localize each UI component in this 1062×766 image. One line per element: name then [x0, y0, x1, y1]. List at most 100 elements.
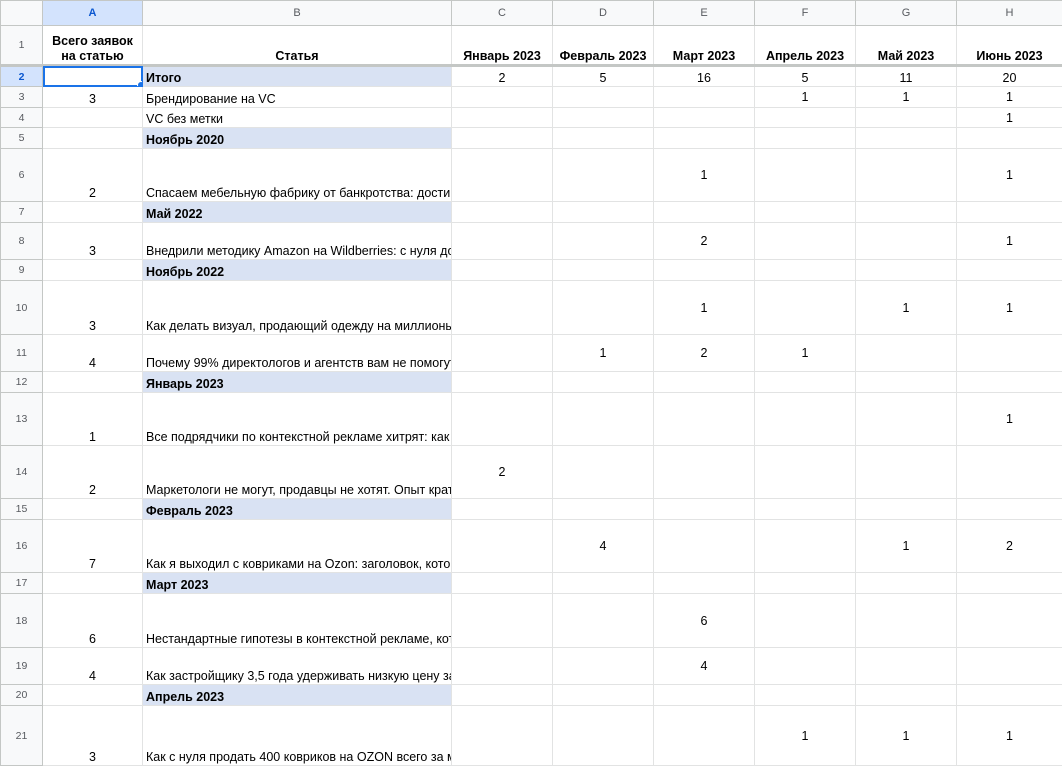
fill-handle[interactable]: [137, 81, 143, 87]
cell-month-value[interactable]: [755, 594, 856, 648]
cell-month-value[interactable]: [452, 685, 553, 706]
cell-total-requests[interactable]: [43, 128, 143, 149]
cell-month-value[interactable]: 20: [957, 66, 1062, 87]
cell-month-value[interactable]: 1: [856, 520, 957, 573]
cell-month-value[interactable]: 1: [957, 87, 1062, 108]
cell-month-value[interactable]: [452, 128, 553, 149]
header-cell-month[interactable]: Январь 2023: [452, 26, 553, 66]
cell-month-value[interactable]: [452, 87, 553, 108]
group-label-cell[interactable]: Май 2022: [143, 202, 452, 223]
row-number[interactable]: 19: [1, 648, 43, 685]
cell-month-value[interactable]: 1: [856, 281, 957, 335]
column-header-f[interactable]: F: [755, 1, 856, 26]
cell-month-value[interactable]: 1: [553, 335, 654, 372]
cell-month-value[interactable]: [654, 393, 755, 446]
cell-month-value[interactable]: 1: [957, 706, 1062, 766]
cell-month-value[interactable]: [755, 260, 856, 281]
row-number[interactable]: 6: [1, 149, 43, 202]
cell-month-value[interactable]: 1: [856, 87, 957, 108]
cell-month-value[interactable]: [957, 128, 1062, 149]
cell-total-requests[interactable]: [43, 260, 143, 281]
cell-month-value[interactable]: 6: [654, 594, 755, 648]
cell-month-value[interactable]: [856, 149, 957, 202]
column-header-e[interactable]: E: [654, 1, 755, 26]
cell-month-value[interactable]: [856, 223, 957, 260]
cell-total-requests[interactable]: [43, 499, 143, 520]
row-number[interactable]: 20: [1, 685, 43, 706]
cell-month-value[interactable]: [452, 372, 553, 393]
cell-month-value[interactable]: [553, 573, 654, 594]
cell-month-value[interactable]: [755, 108, 856, 128]
cell-month-value[interactable]: [957, 648, 1062, 685]
cell-month-value[interactable]: 4: [553, 520, 654, 573]
cell-month-value[interactable]: [452, 594, 553, 648]
cell-month-value[interactable]: [957, 685, 1062, 706]
cell-month-value[interactable]: 1: [755, 706, 856, 766]
cell-article[interactable]: Как я выходил с ковриками на Ozon: загол…: [143, 520, 452, 573]
cell-month-value[interactable]: [452, 202, 553, 223]
active-cell[interactable]: [43, 66, 143, 87]
cell-total-requests[interactable]: 3: [43, 223, 143, 260]
cell-month-value[interactable]: [654, 520, 755, 573]
header-cell-total-requests[interactable]: Всего заявок на статью: [43, 26, 143, 66]
cell-month-value[interactable]: [452, 520, 553, 573]
group-label-cell[interactable]: Ноябрь 2022: [143, 260, 452, 281]
column-header-a[interactable]: A: [43, 1, 143, 26]
cell-month-value[interactable]: [654, 706, 755, 766]
cell-month-value[interactable]: [755, 520, 856, 573]
group-label-cell[interactable]: Ноябрь 2020: [143, 128, 452, 149]
row-number[interactable]: 18: [1, 594, 43, 648]
cell-month-value[interactable]: [654, 372, 755, 393]
row-number[interactable]: 5: [1, 128, 43, 149]
header-cell-month[interactable]: Апрель 2023: [755, 26, 856, 66]
row-number[interactable]: 8: [1, 223, 43, 260]
cell-month-value[interactable]: [452, 108, 553, 128]
cell-month-value[interactable]: 1: [957, 281, 1062, 335]
cell-month-value[interactable]: [856, 648, 957, 685]
cell-month-value[interactable]: [856, 393, 957, 446]
cell-month-value[interactable]: 1: [957, 393, 1062, 446]
cell-article[interactable]: Нестандартные гипотезы в контекстной рек…: [143, 594, 452, 648]
cell-month-value[interactable]: [755, 202, 856, 223]
cell-month-value[interactable]: [654, 128, 755, 149]
cell-month-value[interactable]: [553, 149, 654, 202]
cell-month-value[interactable]: 4: [654, 648, 755, 685]
row-number[interactable]: 16: [1, 520, 43, 573]
cell-month-value[interactable]: 2: [654, 223, 755, 260]
cell-month-value[interactable]: [452, 648, 553, 685]
cell-month-value[interactable]: [452, 260, 553, 281]
row-number[interactable]: 1: [1, 26, 43, 66]
cell-month-value[interactable]: [654, 108, 755, 128]
cell-month-value[interactable]: [553, 87, 654, 108]
cell-month-value[interactable]: [856, 108, 957, 128]
cell-month-value[interactable]: [957, 372, 1062, 393]
row-number[interactable]: 3: [1, 87, 43, 108]
row-number[interactable]: 9: [1, 260, 43, 281]
cell-article[interactable]: Почему 99% директологов и агентств вам н…: [143, 335, 452, 372]
group-label-cell[interactable]: Март 2023: [143, 573, 452, 594]
cell-month-value[interactable]: 5: [553, 66, 654, 87]
cell-article[interactable]: Спасаем мебельную фабрику от банкротства…: [143, 149, 452, 202]
cell-month-value[interactable]: [856, 372, 957, 393]
cell-month-value[interactable]: [553, 393, 654, 446]
cell-month-value[interactable]: [654, 260, 755, 281]
header-cell-month[interactable]: Март 2023: [654, 26, 755, 66]
row-number[interactable]: 11: [1, 335, 43, 372]
cell-month-value[interactable]: [553, 648, 654, 685]
cell-month-value[interactable]: 2: [452, 66, 553, 87]
cell-month-value[interactable]: [957, 202, 1062, 223]
row-number[interactable]: 15: [1, 499, 43, 520]
cell-month-value[interactable]: 1: [755, 335, 856, 372]
cell-month-value[interactable]: [755, 499, 856, 520]
cell-month-value[interactable]: [452, 573, 553, 594]
cell-month-value[interactable]: [957, 446, 1062, 499]
cell-month-value[interactable]: [755, 685, 856, 706]
cell-month-value[interactable]: [856, 685, 957, 706]
cell-month-value[interactable]: 1: [957, 108, 1062, 128]
cell-month-value[interactable]: 1: [957, 223, 1062, 260]
cell-month-value[interactable]: [553, 281, 654, 335]
row-number[interactable]: 14: [1, 446, 43, 499]
cell-month-value[interactable]: [654, 87, 755, 108]
cell-total-requests[interactable]: [43, 202, 143, 223]
cell-month-value[interactable]: 2: [957, 520, 1062, 573]
